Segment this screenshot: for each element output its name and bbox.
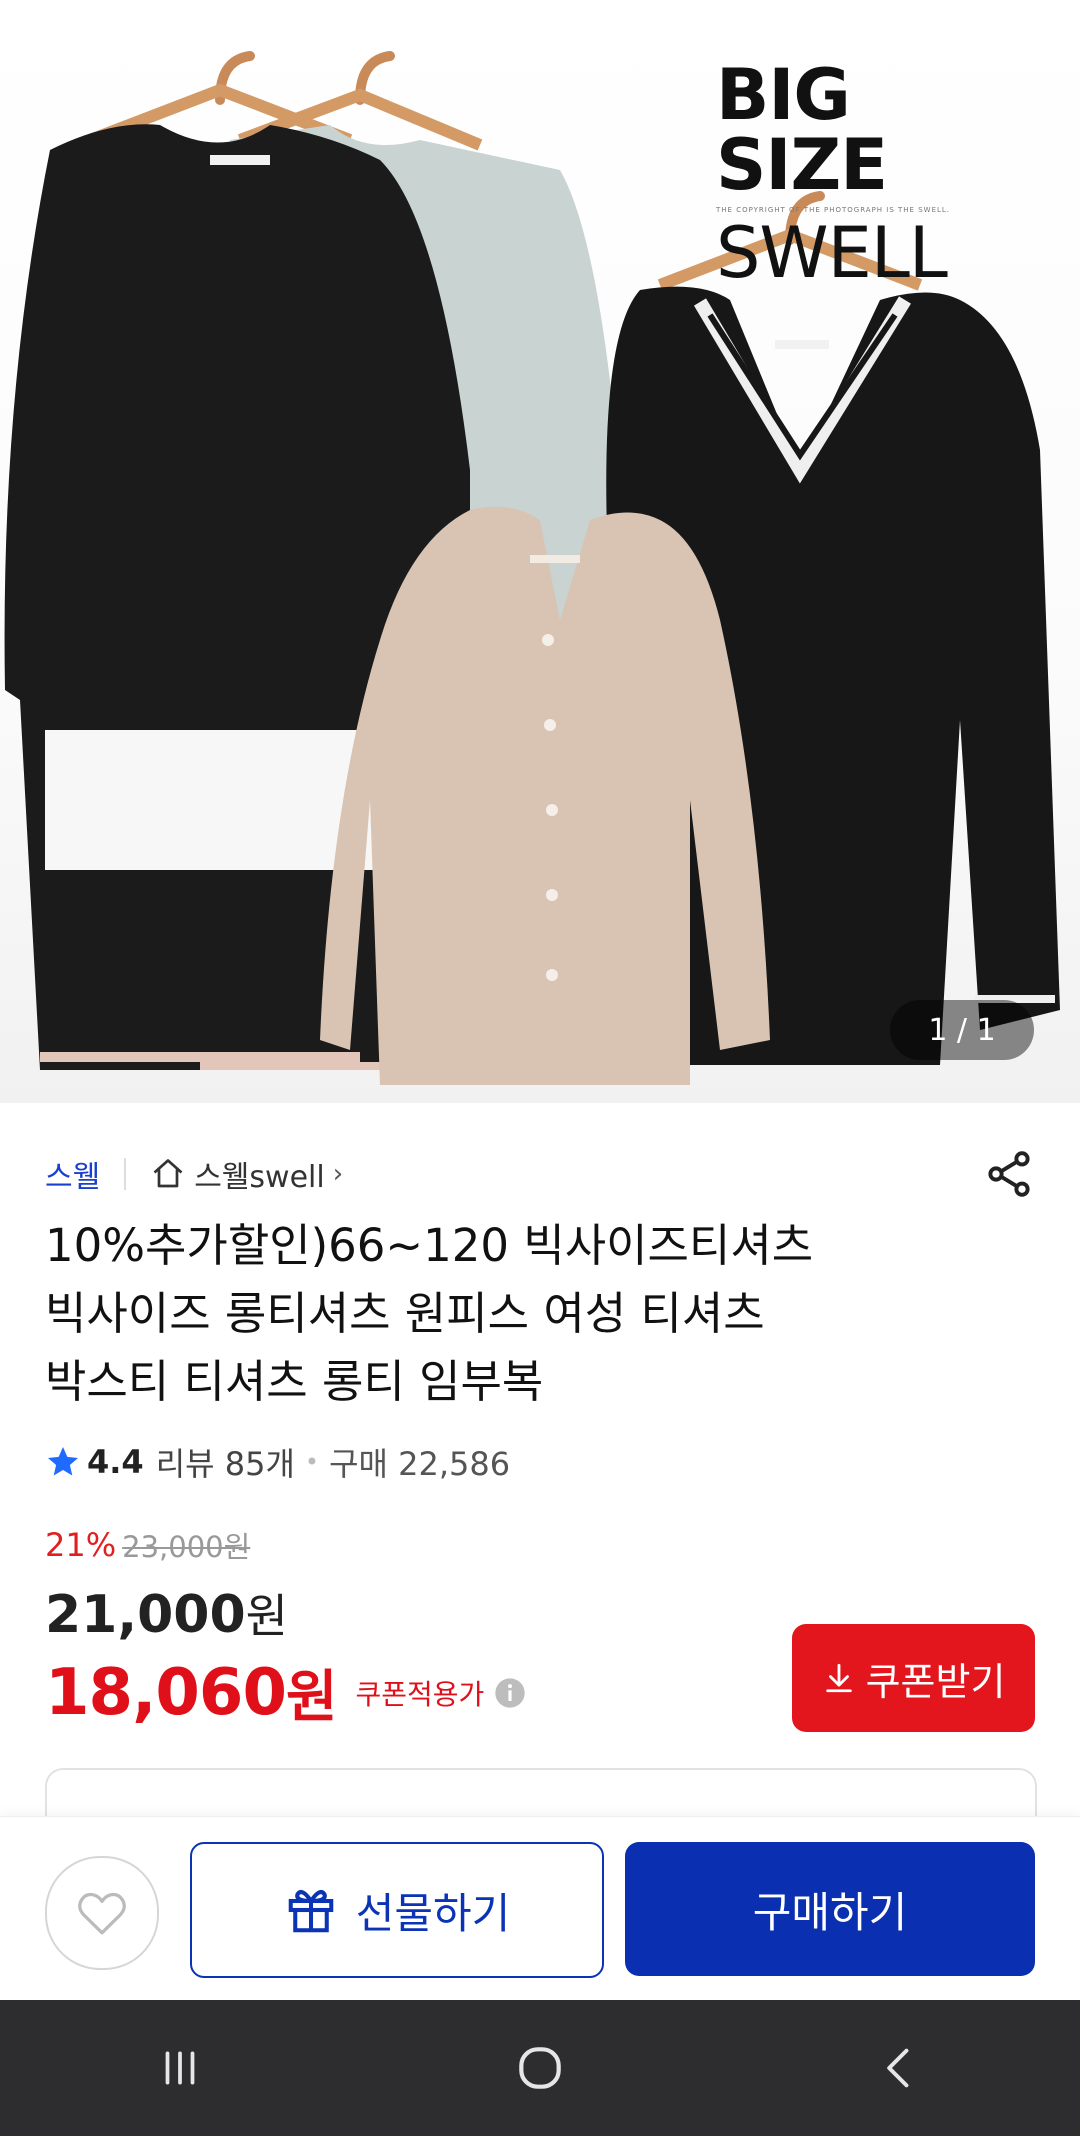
original-price: 23,000원 — [122, 1530, 251, 1564]
divider — [124, 1158, 127, 1190]
gift-icon — [288, 1890, 333, 1933]
image-counter: 1 / 1 — [890, 1000, 1034, 1060]
coupon-download-button[interactable]: 쿠폰받기 — [792, 1624, 1035, 1732]
sale-price-number: 21,000 — [45, 1585, 246, 1645]
home-button[interactable] — [480, 2018, 600, 2118]
buy-button-label: 구매하기 — [752, 1887, 908, 1937]
discount-rate: 21% — [45, 1526, 117, 1564]
discount-row: 21% 23,000원 — [45, 1524, 250, 1566]
brand-link[interactable]: 스웰 — [45, 1152, 100, 1196]
home-icon — [153, 1159, 183, 1188]
coupon-price-unit: 원 — [285, 1665, 338, 1730]
gift-button-label: 선물하기 — [355, 1888, 511, 1938]
buy-button[interactable]: 구매하기 — [625, 1842, 1035, 1976]
sale-price: 21,000원 — [45, 1580, 288, 1646]
seller-row: 스웰 스웰swell › — [45, 1148, 1035, 1200]
coupon-button-label: 쿠폰받기 — [865, 1659, 1006, 1704]
rating-score: 4.4 — [87, 1443, 144, 1481]
rating-row[interactable]: 4.4 리뷰 85개 • 구매 22,586 — [45, 1438, 510, 1486]
bottom-action-bar: 선물하기 구매하기 — [0, 1816, 1080, 2001]
share-icon[interactable] — [983, 1148, 1035, 1200]
purchase-count: 구매 22,586 — [329, 1445, 511, 1483]
coupon-price-row: 18,060 원 쿠폰적용가 — [45, 1652, 526, 1733]
recent-apps-button[interactable] — [120, 2018, 240, 2118]
info-icon[interactable] — [494, 1677, 526, 1709]
star-icon — [48, 1447, 78, 1476]
coupon-price-label: 쿠폰적용가 — [355, 1677, 485, 1711]
back-icon — [887, 2048, 909, 2088]
back-button[interactable] — [840, 2018, 960, 2118]
wishlist-button[interactable] — [45, 1856, 159, 1970]
download-icon — [825, 1663, 852, 1693]
coupon-price-number: 18,060 — [45, 1655, 287, 1730]
heart-icon — [78, 1892, 126, 1935]
brand-logo: BIG SIZE THE COPYRIGHT OF THE PHOTOGRAPH… — [716, 60, 1026, 288]
review-count[interactable]: 리뷰 85개 — [156, 1439, 295, 1485]
store-link[interactable]: 스웰swell › — [150, 1152, 343, 1196]
system-nav-bar — [0, 2000, 1080, 2136]
product-image[interactable]: BIG SIZE THE COPYRIGHT OF THE PHOTOGRAPH… — [0, 0, 1080, 1103]
store-name: 스웰swell — [194, 1160, 325, 1195]
gift-button[interactable]: 선물하기 — [190, 1842, 604, 1978]
home-circle-icon — [519, 2047, 561, 2089]
chevron-right-icon: › — [332, 1159, 344, 1189]
logo-line-1: BIG SIZE — [716, 54, 888, 206]
product-title: 10%추가할인)66~120 빅사이즈티셔츠 빅사이즈 롱티셔츠 원피스 여성 … — [45, 1219, 814, 1408]
sale-price-unit: 원 — [245, 1589, 288, 1643]
recent-apps-icon — [165, 2051, 195, 2085]
separator-dot: • — [304, 1448, 320, 1476]
logo-line-2: SWELL — [716, 212, 948, 294]
